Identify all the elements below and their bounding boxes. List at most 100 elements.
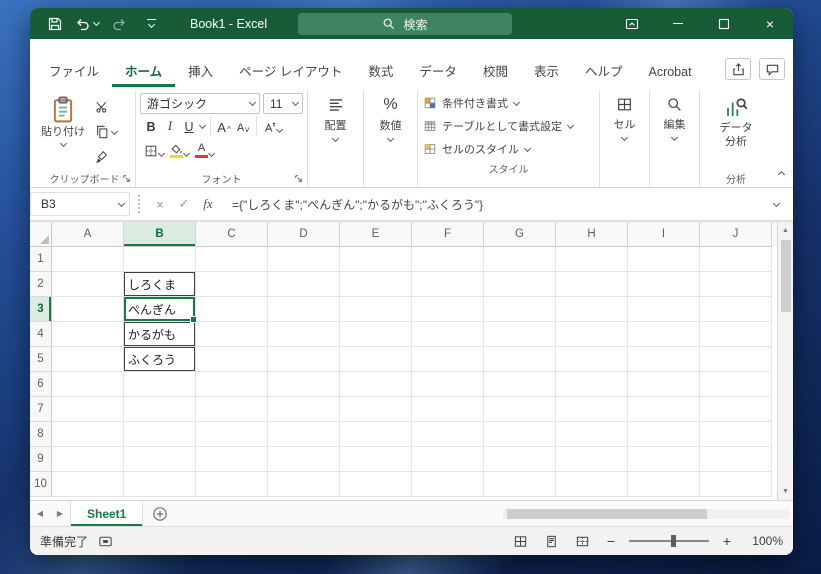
row-header-3[interactable]: 3 xyxy=(30,297,52,322)
share-button[interactable] xyxy=(725,58,751,80)
cell-B1[interactable] xyxy=(124,247,196,272)
search-box[interactable]: 検索 xyxy=(298,13,512,35)
cut-button[interactable] xyxy=(91,97,122,117)
scroll-up-icon[interactable]: ▲ xyxy=(778,222,793,239)
cell-D4[interactable] xyxy=(268,322,340,347)
underline-button[interactable]: U xyxy=(180,116,198,136)
number-button[interactable]: % 数値 xyxy=(365,90,416,143)
row-header-2[interactable]: 2 xyxy=(30,272,52,297)
cell-J9[interactable] xyxy=(700,447,772,472)
cell-E6[interactable] xyxy=(340,372,412,397)
cell-I8[interactable] xyxy=(628,422,700,447)
font-color-button[interactable]: A xyxy=(193,140,217,160)
ribbon-display-options-button[interactable] xyxy=(609,8,655,39)
comments-button[interactable] xyxy=(759,58,785,80)
column-header-E[interactable]: E xyxy=(340,222,412,247)
next-sheet-icon[interactable]: ▶ xyxy=(50,501,70,526)
column-header-F[interactable]: F xyxy=(412,222,484,247)
cell-I3[interactable] xyxy=(628,297,700,322)
cell-E10[interactable] xyxy=(340,472,412,497)
cell-A10[interactable] xyxy=(52,472,124,497)
cell-F5[interactable] xyxy=(412,347,484,372)
minimize-button[interactable] xyxy=(655,8,701,39)
cell-A5[interactable] xyxy=(52,347,124,372)
zoom-slider-thumb[interactable] xyxy=(670,535,676,547)
vertical-scrollbar-thumb[interactable] xyxy=(780,240,791,312)
cell-G3[interactable] xyxy=(484,297,556,322)
cell-G6[interactable] xyxy=(484,372,556,397)
cells-button[interactable]: セル xyxy=(601,90,648,142)
cell-C6[interactable] xyxy=(196,372,268,397)
cancel-button[interactable]: × xyxy=(148,192,172,216)
formula-bar-resize-handle[interactable] xyxy=(138,195,140,213)
row-header-5[interactable]: 5 xyxy=(30,347,52,372)
cell-H4[interactable] xyxy=(556,322,628,347)
tab-file[interactable]: ファイル xyxy=(36,57,112,87)
cell-D3[interactable] xyxy=(268,297,340,322)
cell-B6[interactable] xyxy=(124,372,196,397)
underline-dropdown-icon[interactable] xyxy=(198,121,207,129)
cell-H9[interactable] xyxy=(556,447,628,472)
cell-E2[interactable] xyxy=(340,272,412,297)
format-painter-button[interactable] xyxy=(91,147,122,167)
formula-input[interactable]: ={"しろくま";"ぺんぎん";"かるがも";"ふくろう"} xyxy=(220,196,765,213)
cell-F7[interactable] xyxy=(412,397,484,422)
cell-H6[interactable] xyxy=(556,372,628,397)
data-analysis-button[interactable]: データ 分析 xyxy=(714,90,759,170)
cell-J6[interactable] xyxy=(700,372,772,397)
cell-I10[interactable] xyxy=(628,472,700,497)
cell-G1[interactable] xyxy=(484,247,556,272)
cell-H1[interactable] xyxy=(556,247,628,272)
cell-C5[interactable] xyxy=(196,347,268,372)
cell-B9[interactable] xyxy=(124,447,196,472)
cell-B4[interactable]: かるがも xyxy=(124,322,196,347)
tab-insert[interactable]: 挿入 xyxy=(175,57,226,87)
cell-J1[interactable] xyxy=(700,247,772,272)
cell-H3[interactable] xyxy=(556,297,628,322)
row-header-6[interactable]: 6 xyxy=(30,372,52,397)
cell-C1[interactable] xyxy=(196,247,268,272)
cell-B2[interactable]: しろくま xyxy=(124,272,196,297)
cell-A2[interactable] xyxy=(52,272,124,297)
tab-data[interactable]: データ xyxy=(406,57,470,87)
paste-button[interactable]: 貼り付け xyxy=(35,90,91,170)
cell-H8[interactable] xyxy=(556,422,628,447)
undo-dropdown-icon[interactable] xyxy=(92,18,100,27)
fill-color-button[interactable] xyxy=(168,140,192,160)
name-box[interactable]: B3 xyxy=(30,192,130,216)
column-header-B[interactable]: B xyxy=(124,222,196,247)
tab-home[interactable]: ホーム xyxy=(112,57,175,87)
column-header-J[interactable]: J xyxy=(700,222,772,247)
insert-function-button[interactable]: fx xyxy=(196,192,220,216)
cell-D7[interactable] xyxy=(268,397,340,422)
borders-button[interactable] xyxy=(142,140,167,160)
column-header-A[interactable]: A xyxy=(52,222,124,247)
cell-H5[interactable] xyxy=(556,347,628,372)
cell-A3[interactable] xyxy=(52,297,124,322)
cell-I6[interactable] xyxy=(628,372,700,397)
cell-H7[interactable] xyxy=(556,397,628,422)
font-dialog-launcher-icon[interactable] xyxy=(293,173,304,184)
cell-C7[interactable] xyxy=(196,397,268,422)
expand-formula-bar-button[interactable] xyxy=(765,199,787,208)
cell-E7[interactable] xyxy=(340,397,412,422)
cell-C8[interactable] xyxy=(196,422,268,447)
cell-J5[interactable] xyxy=(700,347,772,372)
cell-D5[interactable] xyxy=(268,347,340,372)
cell-I5[interactable] xyxy=(628,347,700,372)
row-header-9[interactable]: 9 xyxy=(30,447,52,472)
copy-button[interactable] xyxy=(91,122,122,142)
clipboard-dialog-launcher-icon[interactable] xyxy=(121,173,132,184)
row-header-8[interactable]: 8 xyxy=(30,422,52,447)
maximize-button[interactable] xyxy=(701,8,747,39)
cell-D1[interactable] xyxy=(268,247,340,272)
copy-dropdown-icon[interactable] xyxy=(110,127,119,135)
vertical-scrollbar[interactable]: ▲ ▼ xyxy=(777,222,793,500)
cell-J8[interactable] xyxy=(700,422,772,447)
cell-F10[interactable] xyxy=(412,472,484,497)
font-size-combobox[interactable]: 11 xyxy=(263,93,303,114)
cell-C10[interactable] xyxy=(196,472,268,497)
cell-B10[interactable] xyxy=(124,472,196,497)
cell-B7[interactable] xyxy=(124,397,196,422)
cell-G8[interactable] xyxy=(484,422,556,447)
